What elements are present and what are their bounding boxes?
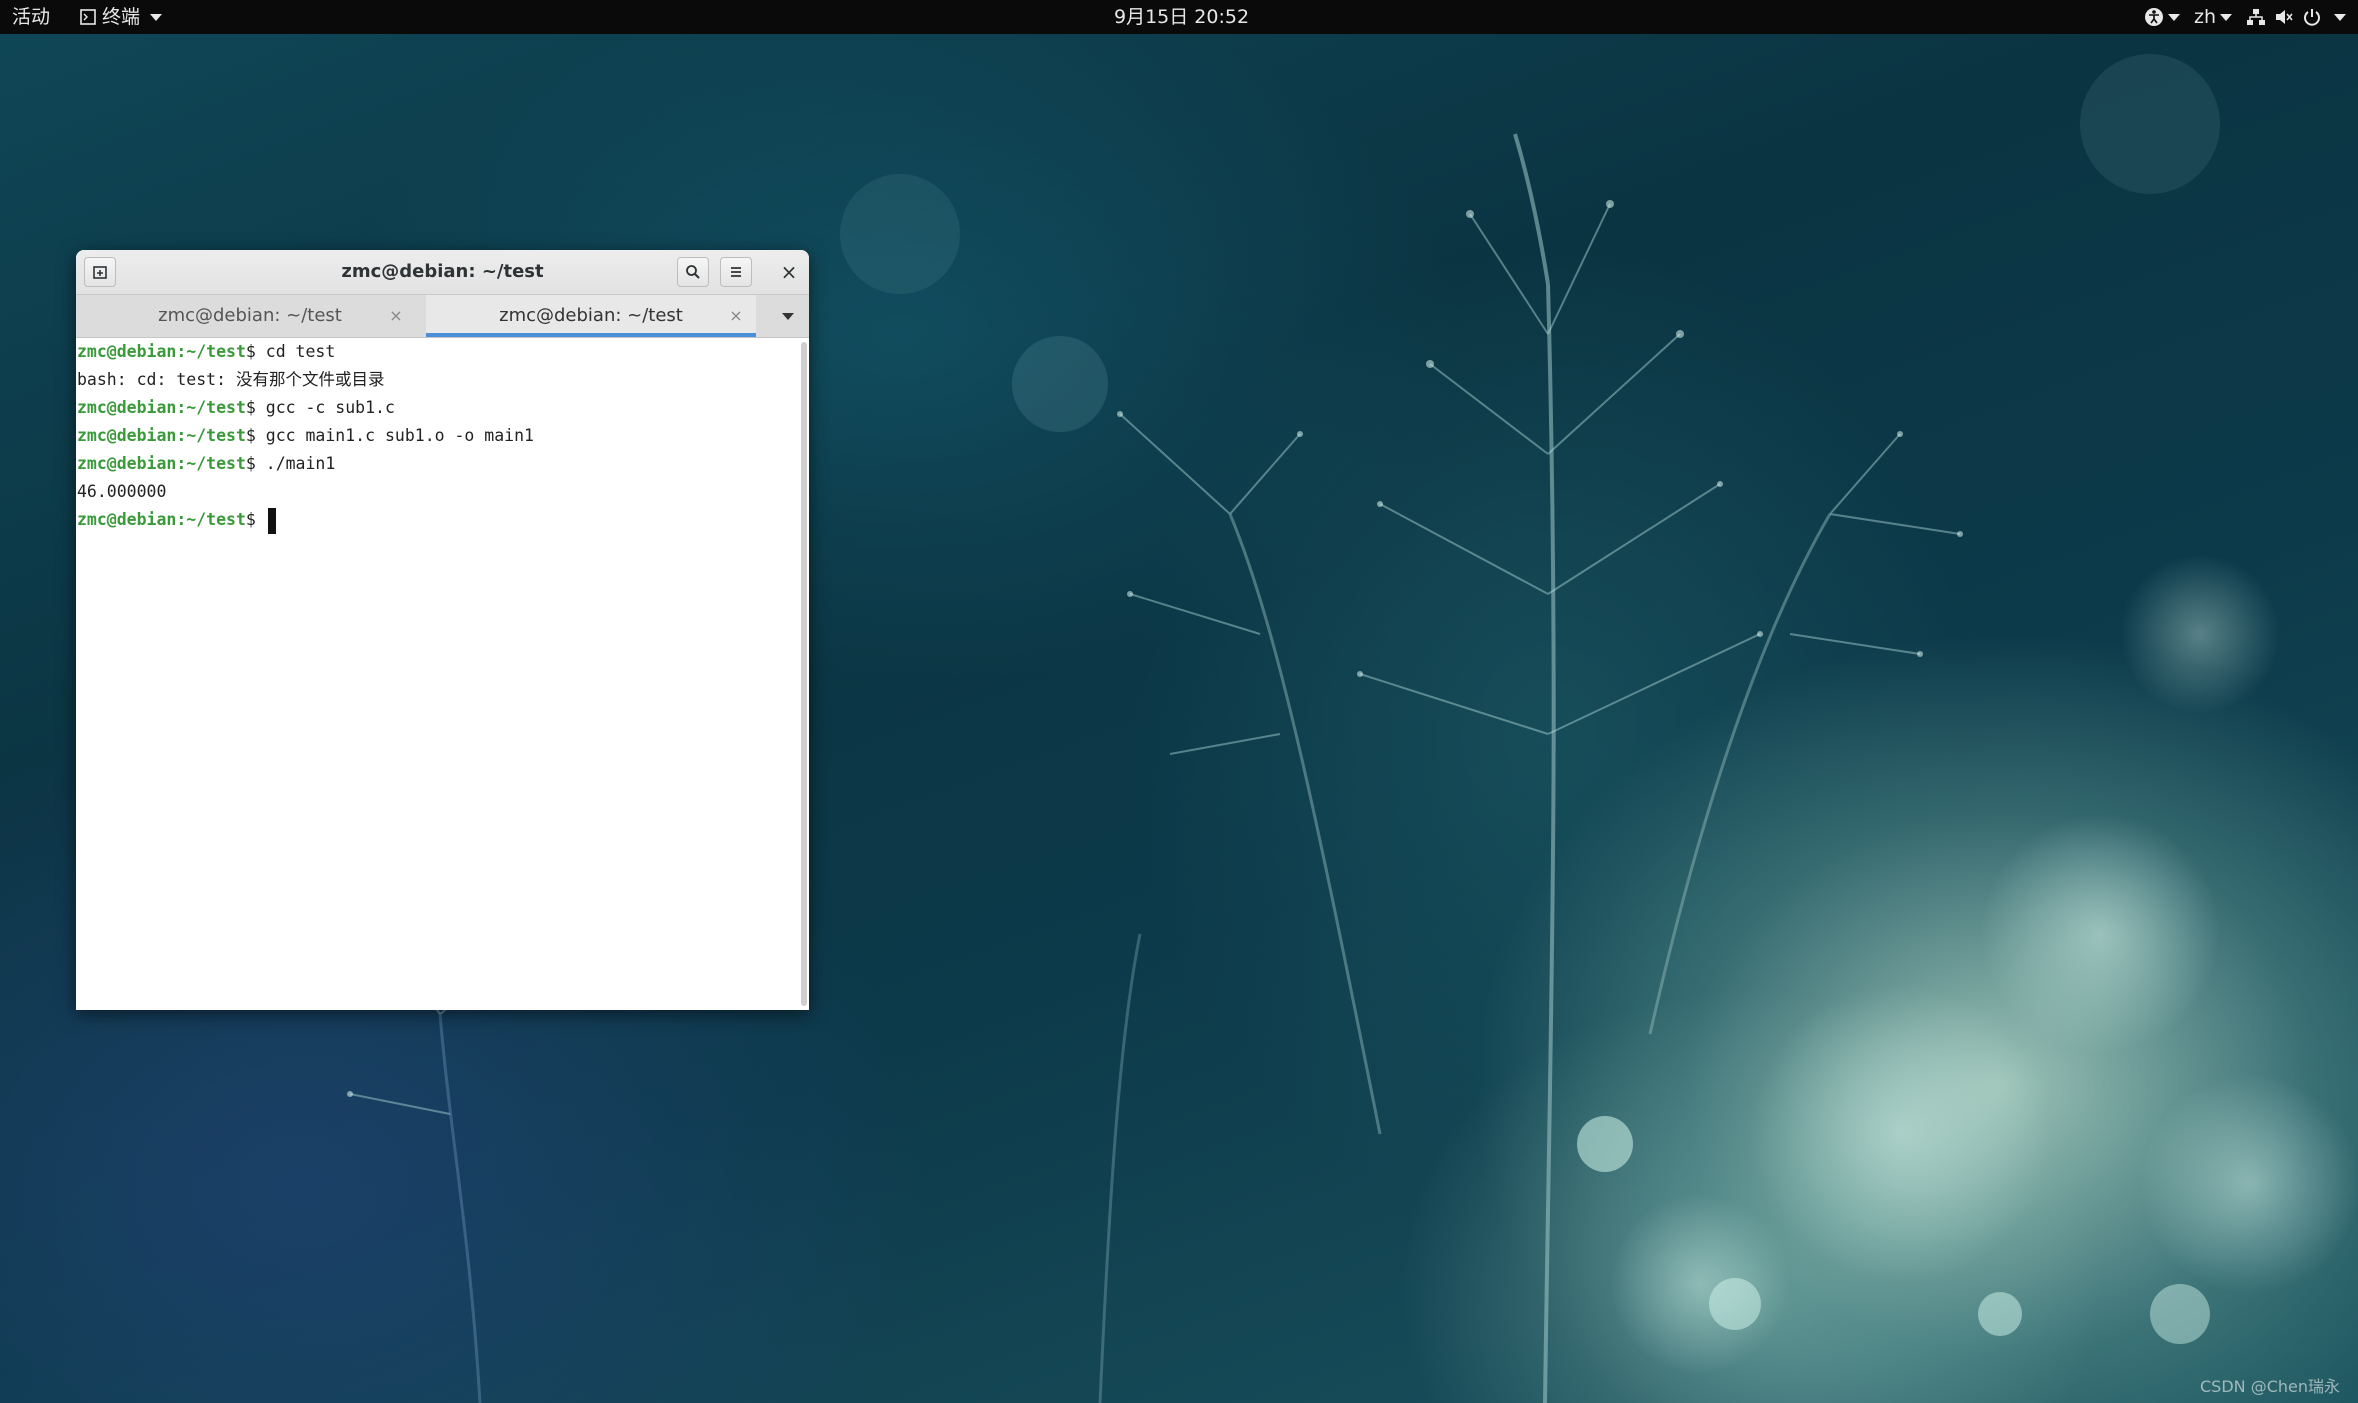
accessibility-icon: [2144, 8, 2163, 26]
terminal-line: bash: cd: test: 没有那个文件或目录: [77, 366, 794, 394]
chevron-down-icon: [2220, 13, 2232, 21]
prompt: zmc@debian:~/test: [77, 426, 246, 445]
tab-bar: zmc@debian: ~/test × zmc@debian: ~/test …: [76, 295, 809, 338]
tabs-dropdown-button[interactable]: [771, 295, 801, 337]
command-text: $ gcc main1.c sub1.o -o main1: [245, 426, 534, 445]
menu-button[interactable]: [720, 257, 752, 287]
language-menu[interactable]: zh: [2194, 0, 2232, 34]
header-bar: zmc@debian: ~/test ×: [76, 250, 809, 295]
app-menu-label: 终端: [102, 6, 141, 28]
chevron-down-icon: [2334, 13, 2346, 21]
tab-2[interactable]: zmc@debian: ~/test: [426, 295, 756, 337]
tab-1-label: zmc@debian: ~/test: [158, 305, 342, 326]
prompt: zmc@debian:~/test: [77, 510, 246, 529]
volume-muted-icon: [2276, 10, 2293, 24]
system-status-area: zh: [2144, 0, 2346, 34]
text-cursor: [267, 507, 276, 534]
app-menu-button[interactable]: 终端: [80, 0, 163, 34]
command-text: $ ./main1: [245, 454, 336, 473]
tab-2-close-button[interactable]: ×: [724, 295, 748, 337]
search-icon: [686, 265, 700, 279]
tab-2-label: zmc@debian: ~/test: [499, 305, 683, 326]
hamburger-menu-icon: [731, 267, 741, 277]
clock-button[interactable]: 9月15日 20:52: [1114, 0, 1249, 34]
power-icon: [2304, 9, 2320, 26]
command-text: $ cd test: [245, 342, 336, 361]
network-icon: [2247, 9, 2265, 25]
output-text: bash: cd: test: 没有那个文件或目录: [77, 370, 385, 389]
prompt: zmc@debian:~/test: [77, 454, 246, 473]
terminal-line: zmc@debian:~/test$: [77, 506, 794, 534]
watermark: CSDN @Chen瑞永: [2199, 1377, 2340, 1396]
prompt: zmc@debian:~/test: [77, 342, 246, 361]
terminal-line: 46.000000: [77, 478, 794, 506]
terminal-output[interactable]: zmc@debian:~/test$ cd test bash: cd: tes…: [76, 338, 794, 1010]
prompt: zmc@debian:~/test: [77, 398, 246, 417]
terminal-icon: [80, 9, 96, 25]
close-icon: ×: [780, 260, 798, 284]
tabs-dropdown-icon: [782, 312, 794, 320]
tab-1[interactable]: zmc@debian: ~/test: [76, 295, 424, 337]
top-panel: 活动 终端 9月15日 20:52 zh: [0, 0, 2358, 34]
close-window-button[interactable]: ×: [775, 258, 803, 286]
system-menu[interactable]: [2246, 7, 2346, 27]
activities-button[interactable]: 活动: [12, 0, 50, 34]
command-text: $: [245, 510, 266, 529]
command-text: $ gcc -c sub1.c: [245, 398, 395, 417]
chevron-down-icon: [150, 13, 163, 21]
tab-close-icon: ×: [389, 306, 403, 325]
scrollbar[interactable]: [801, 342, 807, 1006]
terminal-window: zmc@debian: ~/test × zmc@debian: ~/test …: [76, 250, 809, 1010]
terminal-line: zmc@debian:~/test$ gcc main1.c sub1.o -o…: [77, 422, 794, 450]
tab-close-icon: ×: [729, 306, 743, 325]
accessibility-menu[interactable]: [2144, 7, 2180, 27]
terminal-line: zmc@debian:~/test$ ./main1: [77, 450, 794, 478]
terminal-line: zmc@debian:~/test$ gcc -c sub1.c: [77, 394, 794, 422]
terminal-line: zmc@debian:~/test$ cd test: [77, 338, 794, 366]
output-text: 46.000000: [77, 482, 167, 501]
search-button[interactable]: [677, 257, 709, 287]
tab-1-close-button[interactable]: ×: [384, 295, 408, 337]
chevron-down-icon: [2167, 13, 2180, 21]
language-label: zh: [2193, 6, 2216, 28]
